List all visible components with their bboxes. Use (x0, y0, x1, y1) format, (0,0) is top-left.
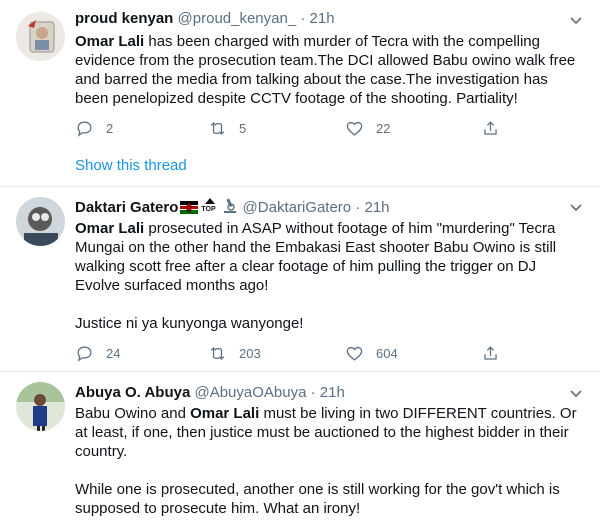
chevron-down-icon[interactable] (568, 385, 584, 401)
retweet-icon (210, 346, 225, 360)
chevron-down-icon[interactable] (568, 12, 584, 28)
tweet-text-paragraph: Justice ni ya kunyonga wanyonge! (75, 315, 304, 332)
display-name[interactable]: proud kenyan (75, 10, 173, 27)
username[interactable]: @DaktariGatero (243, 199, 352, 216)
avatar[interactable] (16, 197, 65, 246)
separator-dot: · (300, 10, 306, 27)
username[interactable]: @AbuyaOAbuya (194, 384, 306, 401)
reply-count: 24 (106, 345, 121, 361)
chevron-down-icon[interactable] (568, 199, 584, 215)
avatar-image (16, 197, 65, 246)
kenya-flag-icon (180, 201, 199, 214)
username[interactable]: @proud_kenyan_ (178, 10, 297, 27)
display-name[interactable]: Daktari Gatero (75, 199, 178, 216)
tweet-text-part: Babu Owino and (75, 405, 191, 422)
retweet-count: 203 (239, 345, 261, 361)
share-icon (484, 345, 497, 360)
avatar-image (16, 12, 65, 61)
tweet-actions: 24 203 604 (75, 343, 515, 363)
tweet-2[interactable]: Daktari Gatero TOP @DaktariGatero · 21h O… (0, 187, 600, 371)
like-button[interactable]: 604 (345, 343, 398, 363)
tweet-text: Omar Lali has been charged with murder o… (75, 32, 585, 108)
retweet-count: 5 (239, 120, 247, 136)
tweet-1[interactable]: proud kenyan @proud_kenyan_ · 21h Omar L… (0, 0, 600, 186)
like-count: 22 (376, 120, 391, 136)
avatar[interactable] (16, 12, 65, 61)
share-button[interactable] (481, 118, 500, 138)
like-icon (346, 121, 363, 136)
reply-count: 2 (106, 120, 114, 136)
reply-icon (77, 346, 92, 362)
avatar[interactable] (16, 382, 65, 431)
tweet-header: proud kenyan @proud_kenyan_ · 21h (75, 9, 335, 29)
top-arrow-icon: TOP (200, 198, 220, 214)
tweet-header: Daktari Gatero TOP @DaktariGatero · 21h (75, 198, 390, 218)
reply-button[interactable]: 24 (75, 343, 120, 363)
like-count: 604 (376, 345, 398, 361)
reply-button[interactable]: 2 (75, 118, 113, 138)
share-button[interactable] (481, 343, 500, 363)
tweet-text-part: prosecuted in ASAP without footage of hi… (75, 220, 557, 294)
like-button[interactable]: 22 (345, 118, 390, 138)
tweet-text-paragraph: While one is prosecuted, another one is … (75, 481, 560, 517)
like-icon (346, 346, 363, 361)
reply-icon (77, 121, 92, 137)
show-thread-link[interactable]: Show this thread (75, 157, 187, 174)
timestamp[interactable]: 21h (365, 199, 390, 216)
mention-bold: Omar Lali (75, 33, 145, 50)
display-name[interactable]: Abuya O. Abuya (75, 384, 190, 401)
retweet-button[interactable]: 203 (208, 343, 261, 363)
tweet-3[interactable]: Abuya O. Abuya @AbuyaOAbuya · 21h Babu O… (0, 372, 600, 530)
separator-dot: · (310, 384, 316, 401)
retweet-button[interactable]: 5 (208, 118, 246, 138)
separator-dot: · (355, 199, 361, 216)
avatar-image (16, 382, 65, 431)
microscope-icon (224, 198, 237, 213)
timestamp[interactable]: 21h (320, 384, 345, 401)
tweet-text: Omar Lali prosecuted in ASAP without foo… (75, 219, 585, 295)
tweet-text: Babu Owino and Omar Lali must be living … (75, 404, 585, 461)
tweet-actions: 2 5 22 (75, 118, 515, 138)
share-icon (484, 120, 497, 135)
mention-bold: Omar Lali (190, 405, 260, 422)
mention-bold: Omar Lali (75, 220, 145, 237)
timestamp[interactable]: 21h (310, 10, 335, 27)
tweet-header: Abuya O. Abuya @AbuyaOAbuya · 21h (75, 383, 345, 403)
tweet-text-part: has been charged with murder of Tecra wi… (75, 33, 576, 107)
retweet-icon (210, 121, 225, 135)
